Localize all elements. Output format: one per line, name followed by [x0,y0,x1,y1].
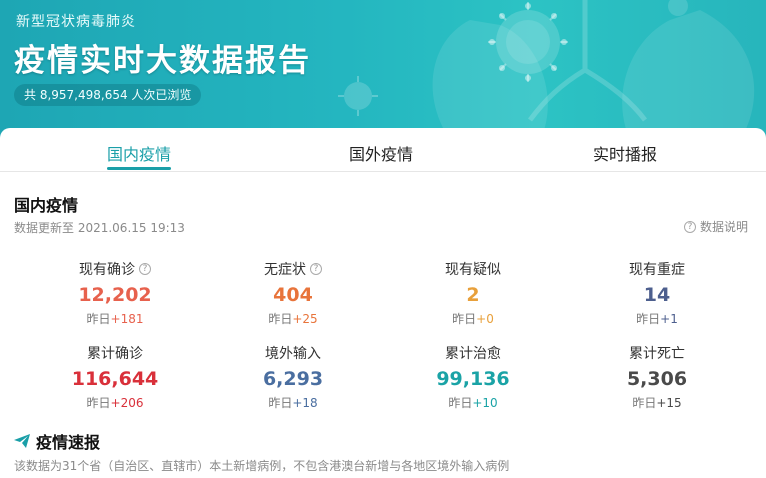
data-note: 该数据为31个省（自治区、直辖市）本土新增病例，不包含港澳台新增与各地区境外输入… [14,459,510,473]
header-banner: 新型冠状病毒肺炎 疫情实时大数据报告 共 8,957,498,654 人次已浏览 [0,0,766,140]
stat-delta-value: +1 [660,312,678,326]
stat-label-text: 累计治愈 [445,346,501,362]
stat-delta-prefix: 昨日 [268,312,293,326]
stat-delta-value: +25 [292,312,318,326]
stat-delta-prefix: 昨日 [268,396,293,410]
stat-delta-prefix: 昨日 [448,396,473,410]
section-title: 国内疫情 [14,196,79,215]
stat-card: 无症状? 404 昨日+25 [203,260,383,327]
stat-label: 现有疑似 [383,260,563,278]
data-explanation-label: 数据说明 [699,220,748,234]
stat-label: 现有确诊? [25,260,205,278]
stat-card: 现有重症 14 昨日+1 [567,260,747,327]
stat-value: 2 [466,284,480,306]
tab-live-news[interactable]: 实时播报 [593,141,657,165]
tab-overseas[interactable]: 国外疫情 [349,141,413,165]
stat-label: 境外输入 [203,344,383,362]
page-title: 疫情实时大数据报告 [14,43,311,79]
stat-delta: 昨日+206 [25,394,205,411]
stat-delta-prefix: 昨日 [636,312,661,326]
stat-delta: 昨日+18 [203,394,383,411]
stat-label-text: 累计确诊 [87,346,143,362]
news-header: 疫情速报 [14,429,100,453]
stat-delta-prefix: 昨日 [452,312,477,326]
stat-delta-value: +181 [110,312,144,326]
stat-card: 境外输入 6,293 昨日+18 [203,344,383,411]
stat-label: 累计确诊 [25,344,205,362]
stat-value: 116,644 [71,368,159,390]
stat-label-text: 现有确诊 [79,262,135,278]
stat-card: 累计治愈 99,136 昨日+10 [383,344,563,411]
content-card: 国内疫情 国外疫情 实时播报 国内疫情 数据更新至 2021.06.15 19:… [0,128,766,478]
stat-delta: 昨日+0 [383,310,563,327]
stat-card: 累计确诊 116,644 昨日+206 [25,344,205,411]
stat-value: 6,293 [262,368,324,390]
stat-label-text: 现有疑似 [445,262,501,278]
help-icon[interactable]: ? [310,263,322,275]
data-explanation-link[interactable]: ? 数据说明 [683,218,748,235]
news-title: 疫情速报 [36,433,101,452]
stat-label: 无症状? [203,260,383,278]
stat-value: 5,306 [626,368,688,390]
update-time: 数据更新至 2021.06.15 19:13 [14,221,185,235]
stat-card: 累计死亡 5,306 昨日+15 [567,344,747,411]
stat-label-text: 现有重症 [629,262,685,278]
stat-delta: 昨日+15 [567,394,747,411]
stat-delta: 昨日+181 [25,310,205,327]
stat-label: 累计治愈 [383,344,563,362]
stat-label: 累计死亡 [567,344,747,362]
stat-delta-value: +18 [292,396,318,410]
stat-delta: 昨日+1 [567,310,747,327]
stat-delta-prefix: 昨日 [86,312,111,326]
stat-delta: 昨日+25 [203,310,383,327]
stat-card: 现有疑似 2 昨日+0 [383,260,563,327]
stat-delta-value: +206 [110,396,144,410]
tab-domestic[interactable]: 国内疫情 [107,141,171,165]
stat-value: 12,202 [78,284,152,306]
stat-label-text: 境外输入 [265,346,321,362]
stat-delta-value: +15 [656,396,682,410]
stat-value: 14 [643,284,671,306]
stat-card: 现有确诊? 12,202 昨日+181 [25,260,205,327]
paper-plane-icon [14,434,30,448]
banner-subtitle: 新型冠状病毒肺炎 [16,14,136,30]
active-tab-indicator [107,167,171,170]
stat-label-text: 无症状 [264,262,306,278]
stat-delta-prefix: 昨日 [86,396,111,410]
stat-label-text: 累计死亡 [629,346,685,362]
help-icon: ? [683,220,696,233]
stat-label: 现有重症 [567,260,747,278]
stat-delta-value: +0 [476,312,494,326]
stat-delta-value: +10 [472,396,498,410]
stat-delta: 昨日+10 [383,394,563,411]
help-icon[interactable]: ? [139,263,151,275]
stat-value: 404 [273,284,313,306]
tab-bar: 国内疫情 国外疫情 实时播报 [0,128,766,172]
stat-value: 99,136 [436,368,510,390]
view-count-badge: 共 8,957,498,654 人次已浏览 [14,84,202,106]
stat-delta-prefix: 昨日 [632,396,657,410]
